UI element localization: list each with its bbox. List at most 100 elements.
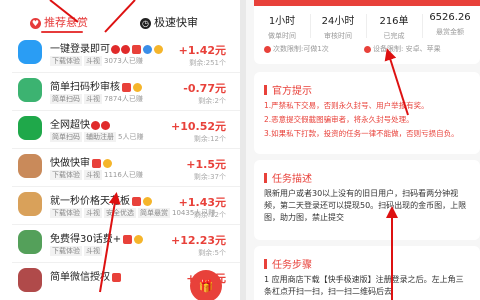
earned-count: 1116人已赚: [104, 171, 143, 179]
earned-count: 3073人已赚: [104, 57, 143, 65]
stat-value: 216单: [379, 16, 409, 27]
shield-icon: [143, 44, 152, 54]
tag: 辅助注册: [84, 132, 116, 142]
task-title: 一键登录即可: [50, 44, 110, 55]
remaining-count: 剩余:12个: [193, 211, 226, 219]
remaining-count: 剩余:2个: [198, 97, 226, 105]
tag: 下载体验: [50, 56, 82, 66]
heart-icon: ♥: [30, 17, 41, 29]
tag: 斗视: [84, 56, 102, 66]
list-item[interactable]: 快做快审 下载体验 斗视 1116人已赚 +1.5元 剩余:37个: [12, 150, 240, 187]
list-item[interactable]: 就一秒价格天花板 下载体验 斗视 安全优选 简单悬赏 10435人已赚 +1.43元 剩…: [12, 188, 240, 225]
coin-icon: [143, 196, 152, 206]
tab-bar: ♥ 推荐悬赏 ◷ 极速快审: [0, 10, 240, 34]
header-bar: [254, 0, 480, 6]
reward-amount: +1.43元: [178, 196, 226, 209]
stat-divider: [366, 14, 367, 38]
task-description-card: 任务描述 限新用户或者30以上没有的旧日用户，扫码看两分钟视频，第二天登录还可以…: [254, 160, 480, 240]
task-avatar: [18, 78, 42, 102]
coin-icon: [133, 82, 142, 92]
earned-count: 5人已赚: [118, 133, 144, 141]
list-item[interactable]: 一键登录即可 下载体验 斗视 3073人已赚 +1.42元 剩余:251个: [12, 36, 240, 73]
remaining-count: 剩余:12个: [193, 135, 226, 143]
stat-divider: [310, 14, 311, 38]
device-icon: [364, 45, 371, 53]
tag: 斗视: [84, 94, 102, 104]
stat-value: 24小时: [321, 16, 355, 27]
tag: 简单悬赏: [138, 208, 170, 218]
task-stats-card: 1小时做单时间 24小时审核时间 216单 已完成 6526.26 悬赏金额 次数限…: [254, 0, 480, 64]
tab-recommended[interactable]: ♥ 推荐悬赏: [30, 14, 88, 30]
hot-badge-icon: [112, 272, 121, 282]
tag: 下载体验: [50, 170, 82, 180]
task-title: 简单微信授权: [50, 272, 110, 283]
gift-button[interactable]: 🎁: [190, 270, 222, 300]
task-title: 免费得30话费+: [50, 234, 122, 245]
red-dot-icon: [91, 120, 100, 130]
remaining-count: 剩余:37个: [193, 173, 226, 181]
task-avatar: [18, 40, 42, 64]
task-description-title: 任务描述: [264, 170, 312, 185]
gift-icon: 🎁: [198, 279, 214, 293]
reward-amount: +1.42元: [178, 44, 226, 57]
tag: 斗视: [84, 208, 102, 218]
task-description-text: 限新用户或者30以上没有的旧日用户，扫码看两分钟视频，第二天登录还可以提现50。…: [264, 189, 467, 222]
list-item[interactable]: 全网超快 简单扫码 辅助注册 5人已赚 +10.52元 剩余:12个: [12, 112, 240, 149]
coin-icon: [134, 234, 144, 244]
limit-note: 次数限制:可做1次: [264, 44, 329, 54]
task-title: 快做快审: [50, 158, 90, 169]
hot-badge-icon: [123, 234, 133, 244]
task-detail-panel: 1小时做单时间 24小时审核时间 216单 已完成 6526.26 悬赏金额 次数限…: [246, 0, 480, 300]
task-steps-title: 任务步骤: [264, 256, 312, 271]
hot-badge-icon: [122, 82, 131, 92]
task-title: 就一秒价格天花板: [50, 196, 130, 207]
stat-review-time: 24小时审核时间: [312, 12, 364, 41]
stat-reward: 6526.26 悬赏金额: [424, 12, 476, 37]
task-title: 简单扫码秒审核: [50, 82, 120, 93]
task-avatar: [18, 154, 42, 178]
remaining-count: 剩余:251个: [189, 59, 226, 67]
earned-count: 7874人已赚: [104, 95, 143, 103]
tab-fast-review[interactable]: ◷ 极速快审: [140, 14, 198, 30]
stat-value: 1小时: [268, 16, 296, 27]
tag: 安全优选: [104, 208, 136, 218]
stat-divider: [422, 14, 423, 38]
task-avatar: [18, 192, 42, 216]
official-notice-card: 官方提示 1.严禁私下交易，否则永久封号、用户举报有奖。 2.恶意提交假截图骗审…: [254, 72, 480, 154]
remaining-count: 剩余:5个: [198, 249, 226, 257]
tag: 简单扫码: [50, 94, 82, 104]
reward-amount: +12.23元: [170, 234, 226, 247]
stat-duration: 1小时做单时间: [256, 12, 308, 41]
stat-label: 做单时间: [268, 32, 296, 40]
device-note: 设备限制: 安卓、苹果: [364, 44, 441, 54]
red-dot-icon: [111, 44, 120, 54]
hot-badge-icon: [132, 196, 141, 206]
notice-line: 1.严禁私下交易，否则永久封号、用户举报有奖。: [264, 101, 429, 110]
title-bar: [264, 85, 267, 95]
stat-label: 悬赏金额: [436, 28, 464, 36]
reward-amount: +10.52元: [170, 120, 226, 133]
task-list-panel: ♥ 推荐悬赏 ◷ 极速快审 一键登录即可 下载体验 斗视 3073人已赚 +1.42元 …: [0, 0, 240, 300]
reward-amount: +1.5元: [186, 158, 226, 171]
task-title: 全网超快: [50, 120, 90, 131]
reward-amount: -0.77元: [183, 82, 226, 95]
tag: 斗视: [84, 246, 102, 256]
task-avatar: [18, 268, 42, 292]
notice-line: 3.如果私下打款，投资的任务一律不能做，否则亏损自负。: [264, 129, 459, 138]
tag: 下载体验: [50, 246, 82, 256]
clock-icon: ◷: [140, 17, 151, 29]
stat-completed: 216单 已完成: [368, 12, 420, 41]
coin-icon: [103, 158, 112, 168]
official-notice-title: 官方提示: [264, 82, 312, 97]
list-item[interactable]: 简单扫码秒审核 简单扫码 斗视 7874人已赚 -0.77元 剩余:2个: [12, 74, 240, 111]
tag: 斗视: [84, 170, 102, 180]
red-dot-icon: [121, 44, 130, 54]
task-avatar: [18, 230, 42, 254]
title-bar: [264, 259, 267, 269]
stat-value: 6526.26: [429, 12, 471, 23]
task-avatar: [18, 116, 42, 140]
list-item[interactable]: 免费得30话费+ 下载体验 斗视 +12.23元 剩余:5个: [12, 226, 240, 263]
task-steps-text: 1 应用商店下载【快手极速版】注册登录之后。左上角三条杠点开扫一扫，扫一扫二维码…: [264, 275, 464, 296]
stat-label: 审核时间: [324, 32, 352, 40]
task-steps-card: 任务步骤 1 应用商店下载【快手极速版】注册登录之后。左上角三条杠点开扫一扫，扫…: [254, 246, 480, 300]
